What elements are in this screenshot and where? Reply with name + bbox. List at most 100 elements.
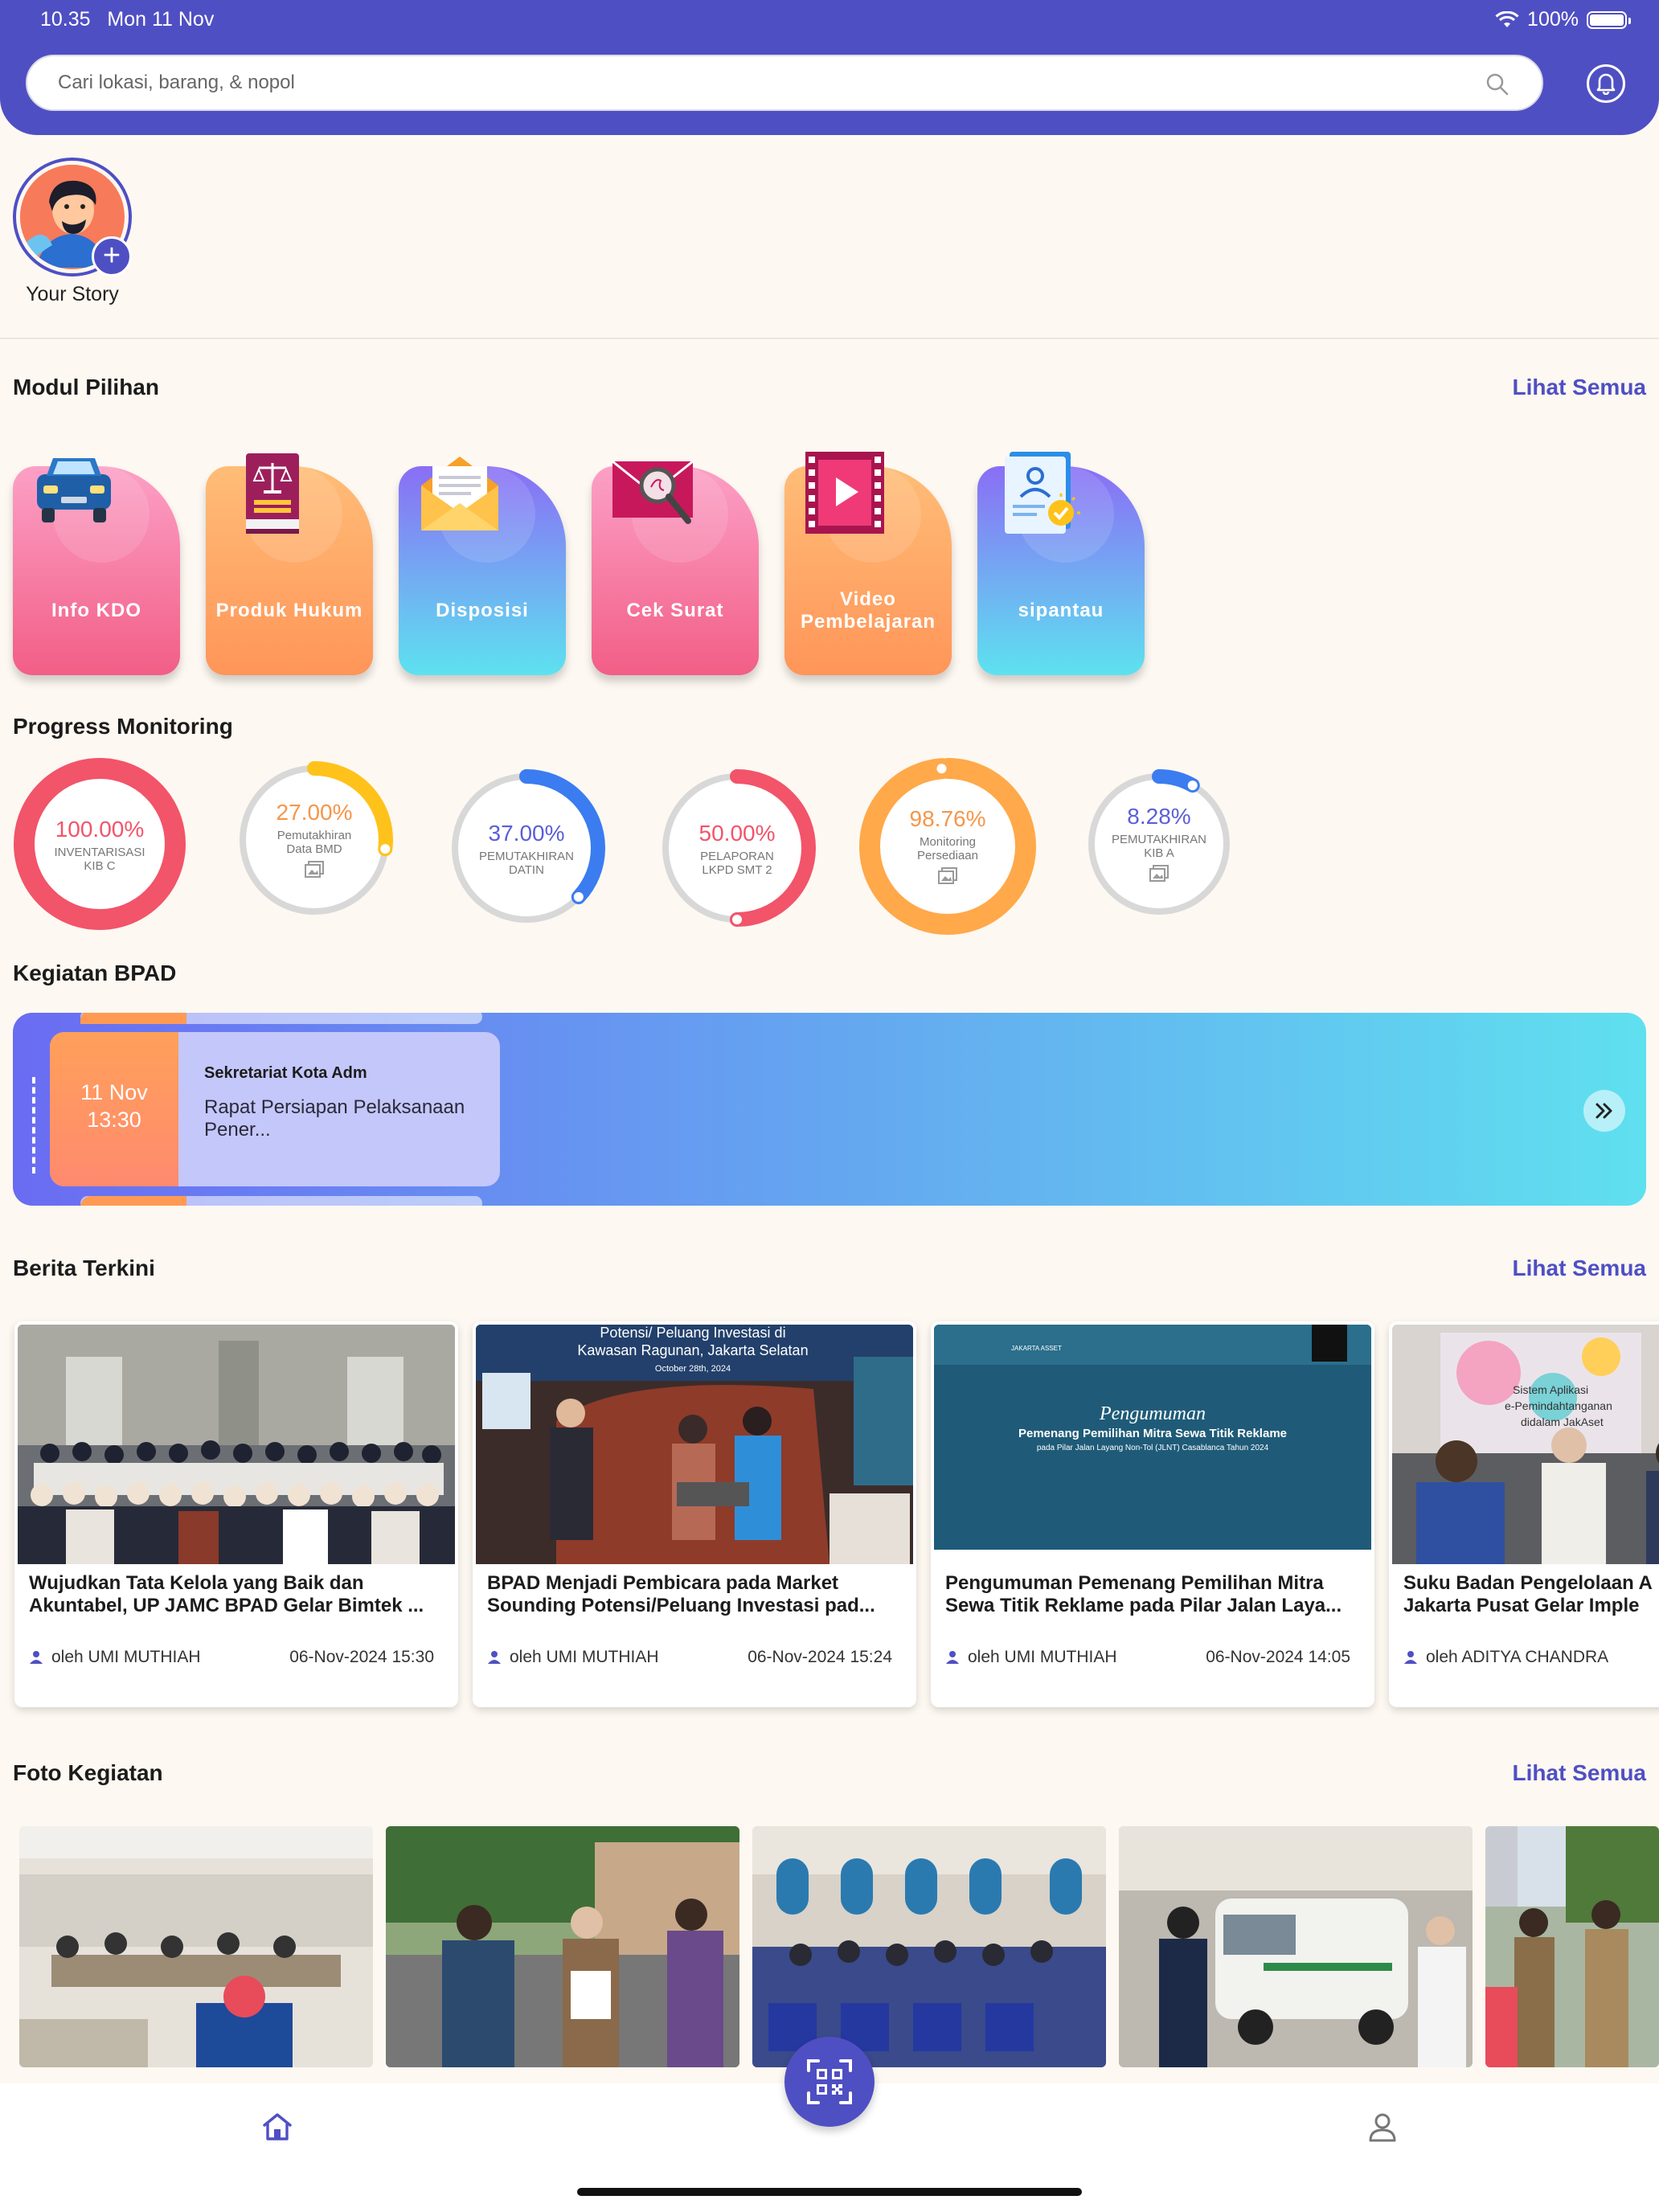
modules-see-all-link[interactable]: Lihat Semua (1513, 375, 1646, 400)
module-label: Disposisi (436, 600, 529, 621)
status-time: 10.35 Mon 11 Nov (40, 8, 215, 31)
gauge-caption-line: KIB A (1144, 846, 1174, 860)
gauge-percent: 98.76% (909, 806, 986, 831)
battery-percent: 100% (1527, 8, 1579, 31)
qr-scan-icon (807, 2059, 852, 2104)
your-story[interactable]: + Your Story (13, 158, 132, 306)
progress-gauge[interactable]: 50.00% PELAPORAN LKPD SMT 2 (653, 764, 821, 932)
story-label: Your Story (26, 283, 119, 305)
news-card[interactable]: Wujudkan Tata Kelola yang Baik dan Akunta… (14, 1321, 458, 1707)
gauge-caption-line: Monitoring (919, 835, 977, 849)
gauge-label: 100.00% INVENTARISASI KIB C (11, 817, 188, 873)
story-avatar-ring[interactable]: + (13, 158, 132, 276)
news-image: Sistem Aplikasi e-Pemindahtanganan didal… (1392, 1325, 1659, 1564)
news-author: oleh UMI MUTHIAH (510, 1648, 659, 1666)
clipboard-user-icon (1005, 452, 1080, 534)
progress-gauge[interactable]: 27.00% Pemutakhiran Data BMD (230, 756, 399, 924)
gauge-caption-line: Data BMD (286, 842, 342, 856)
news-date: 06-Nov-2024 15:24 (748, 1648, 892, 1666)
photos-see-all-link[interactable]: Lihat Semua (1513, 1760, 1646, 1786)
news-title: Berita Terkini (13, 1256, 155, 1280)
user-icon (946, 1651, 959, 1664)
app-header: 10.35 Mon 11 Nov 100% (0, 0, 1659, 135)
gauge-caption-line: PELAPORAN (700, 850, 774, 863)
module-cek-surat[interactable]: Cek Surat (592, 460, 759, 675)
news-date: 06-Nov-2024 14:05 (1206, 1648, 1350, 1666)
gauge-end-dot (1187, 780, 1198, 791)
next-arrow-icon[interactable] (1583, 1090, 1625, 1132)
news-image-date: October 28th, 2024 (655, 1364, 731, 1374)
search-bar[interactable] (26, 55, 1543, 111)
gauge-percent: 37.00% (488, 821, 565, 846)
activity-photo[interactable] (752, 1826, 1106, 2067)
search-input[interactable] (58, 56, 1424, 109)
envelope-icon (421, 457, 498, 530)
progress-gauge[interactable]: 8.28% PEMUTAKHIRAN KIB A (1079, 764, 1239, 924)
add-story-button[interactable]: + (92, 236, 132, 276)
activity-photo[interactable] (386, 1826, 739, 2067)
news-author: oleh UMI MUTHIAH (968, 1648, 1117, 1666)
battery-icon (1587, 10, 1631, 29)
news-image-banner3: didalam JakAset (1521, 1415, 1604, 1428)
home-indicator (577, 2188, 1082, 2196)
module-label: sipantau (1018, 600, 1104, 621)
kegiatan-carousel: 11 Nov 13:30 Sekretariat Kota Adm Rapat … (13, 1013, 1646, 1206)
news-see-all-link[interactable]: Lihat Semua (1513, 1256, 1646, 1281)
news-card[interactable]: JAKARTA ASSET Pengumuman Pemenang Pemili… (931, 1321, 1374, 1707)
user-icon (30, 1651, 43, 1664)
law-book-icon (246, 453, 299, 534)
gauge-caption: Pemutakhiran Data BMD (230, 829, 399, 856)
qr-scan-button[interactable] (784, 2037, 875, 2127)
gauge-end-dot (573, 891, 584, 902)
news-title: Wujudkan Tata Kelola yang Baik dan Akunta… (29, 1572, 424, 1616)
home-icon[interactable] (262, 2112, 293, 2141)
event-time: 13:30 (87, 1108, 141, 1132)
module-produk-hukum[interactable]: Produk Hukum (206, 453, 373, 675)
activity-photo[interactable] (19, 1826, 373, 2067)
progress-gauge[interactable]: 37.00% PEMUTAKHIRAN DATIN (442, 764, 611, 932)
module-label: Produk Hukum (215, 600, 363, 621)
news-card[interactable]: Sistem Aplikasi e-Pemindahtanganan didal… (1389, 1321, 1659, 1707)
news-image: Potensi/ Peluang Investasi di Kawasan Ra… (476, 1325, 913, 1564)
gauge-caption: Monitoring Persediaan (857, 835, 1038, 862)
news-image (18, 1325, 455, 1564)
modules-title: Modul Pilihan (13, 375, 159, 399)
gauge-caption-line: Pemutakhiran (276, 829, 352, 842)
module-label: Info KDO (51, 600, 141, 621)
gauge-caption-line: Persediaan (917, 849, 978, 862)
progress-gauge[interactable]: 100.00% INVENTARISASI KIB C (11, 756, 188, 932)
news-image-banner2: e-Pemindahtanganan (1505, 1399, 1612, 1412)
profile-icon[interactable] (1368, 2112, 1397, 2143)
gauge-percent: 27.00% (276, 800, 353, 825)
module-disposisi[interactable]: Disposisi (399, 457, 566, 675)
news-author: oleh UMI MUTHIAH (51, 1648, 201, 1666)
notification-bell-icon[interactable] (1587, 64, 1625, 103)
activity-photo[interactable] (1119, 1826, 1473, 2067)
module-info-kdo[interactable]: Info KDO (13, 458, 180, 675)
user-icon (1404, 1651, 1417, 1664)
gauge-caption-line: PEMUTAKHIRAN (478, 850, 575, 863)
news-author: oleh ADITYA CHANDRA (1426, 1648, 1609, 1666)
event-organizer: Sekretariat Kota Adm (204, 1064, 367, 1082)
event-card[interactable]: 11 Nov 13:30 Sekretariat Kota Adm Rapat … (50, 1032, 500, 1186)
news-image-heading2: Kawasan Ragunan, Jakarta Selatan (577, 1342, 808, 1358)
gauge-caption-line: PEMUTAKHIRAN (1111, 833, 1207, 846)
gauge-percent: 50.00% (698, 821, 776, 846)
news-title: Pengumuman Pemenang Pemilihan Mitra Sewa … (945, 1572, 1342, 1616)
gauge-end-dot (732, 915, 742, 924)
news-card[interactable]: Potensi/ Peluang Investasi di Kawasan Ra… (473, 1321, 916, 1707)
gauge-caption-line: INVENTARISASI (54, 846, 145, 859)
mail-search-icon (612, 460, 694, 524)
module-sipantau[interactable]: sipantau (977, 452, 1145, 675)
search-icon[interactable] (1485, 72, 1509, 96)
gauge-label: 50.00% PELAPORAN LKPD SMT 2 (653, 821, 821, 877)
gauge-label: 98.76% Monitoring Persediaan (857, 806, 1038, 885)
module-label: Video Pembelajaran (800, 588, 936, 633)
progress-gauge[interactable]: 98.76% Monitoring Persediaan (857, 756, 1038, 937)
module-video-pembelajaran[interactable]: Video Pembelajaran (784, 452, 952, 675)
activity-photo[interactable] (1485, 1826, 1659, 2067)
car-icon (37, 458, 111, 522)
gauge-caption: PELAPORAN LKPD SMT 2 (653, 850, 821, 877)
news-title: BPAD Menjadi Pembicara pada Market Soundi… (487, 1572, 875, 1616)
news-image-script: Pengumuman (1099, 1403, 1206, 1424)
